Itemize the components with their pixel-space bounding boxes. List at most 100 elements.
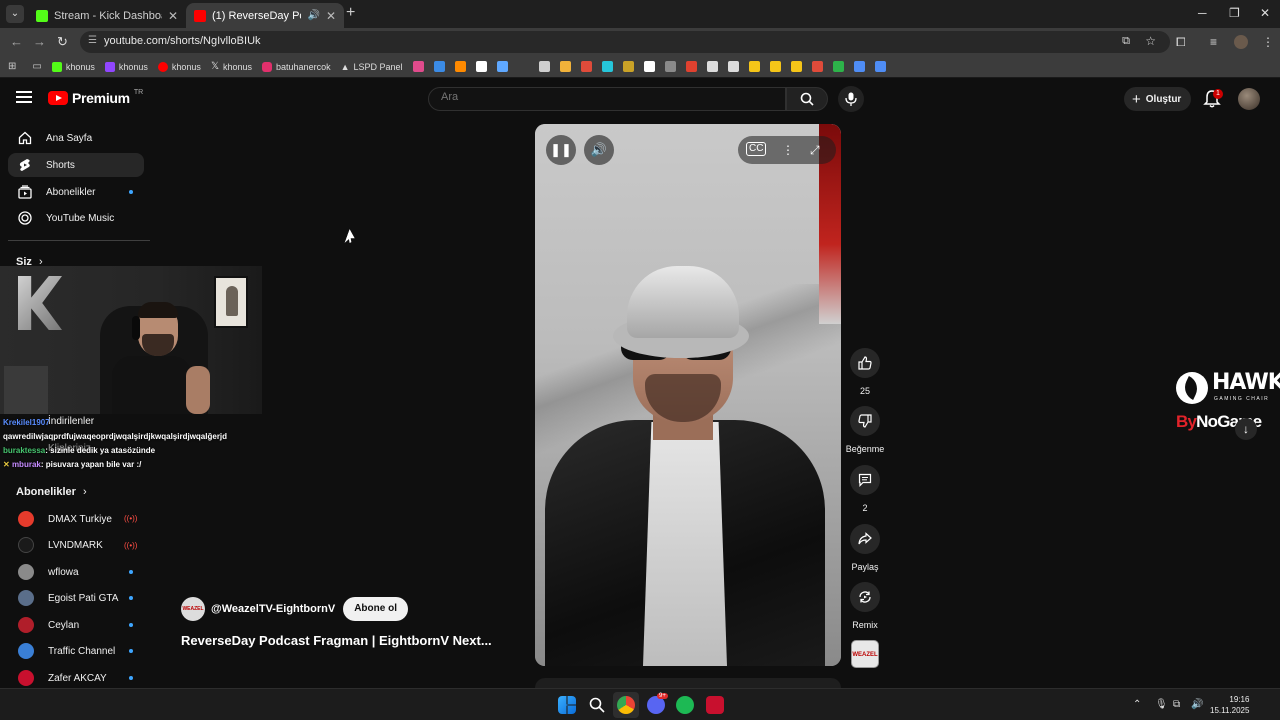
remix-action[interactable]: Remix <box>845 582 885 630</box>
like-action[interactable]: 25 <box>845 348 885 396</box>
close-tab-icon[interactable]: ✕ <box>326 9 336 23</box>
sidebar-channel[interactable]: Egoist Pati GTA <box>8 586 144 610</box>
dislike-action[interactable]: Beğenme <box>845 406 885 454</box>
sidebar-item-subscriptions[interactable]: Abonelikler <box>8 180 144 204</box>
bookmark-icon[interactable] <box>853 61 865 72</box>
sidebar-channel[interactable]: Zafer AKCAY <box>8 666 144 690</box>
bookmark-icon[interactable] <box>580 61 592 72</box>
reload-icon[interactable]: ↻ <box>57 34 68 50</box>
search-input[interactable] <box>441 91 771 103</box>
close-tab-icon[interactable]: ✕ <box>168 9 178 23</box>
remix-icon[interactable] <box>850 582 880 612</box>
volume-button[interactable]: 🔊 <box>584 135 614 165</box>
chrome-icon[interactable] <box>617 696 635 714</box>
account-avatar[interactable] <box>1238 88 1260 110</box>
volume-tray-icon[interactable]: 🔊 <box>1191 699 1203 710</box>
next-short-arrow-icon[interactable]: ↓ <box>1235 418 1257 440</box>
speaker-icon[interactable]: 🔊 <box>307 10 319 21</box>
bookmark-icon[interactable] <box>769 61 781 72</box>
profile-avatar-icon[interactable] <box>1234 35 1248 49</box>
channel-badge-thumbnail[interactable]: WEAZEL <box>851 640 879 668</box>
bookmark-icon[interactable] <box>475 61 487 72</box>
bookmark-icon[interactable] <box>748 61 760 72</box>
back-icon[interactable]: ← <box>10 34 23 49</box>
pause-button[interactable]: ❚❚ <box>546 135 576 165</box>
sidebar-item-youtube-music[interactable]: YouTube Music <box>8 206 144 230</box>
tab-search-button[interactable]: ⌄ <box>6 5 24 23</box>
tray-chevron-icon[interactable]: ⌃ <box>1133 699 1141 710</box>
comment-icon[interactable] <box>850 465 880 495</box>
system-clock[interactable]: 19:16 15.11.2025 <box>1210 694 1249 716</box>
bookmark-icon[interactable] <box>706 61 718 72</box>
search-icon[interactable] <box>588 696 606 714</box>
youtube-premium-logo[interactable]: Premium TR <box>48 89 143 106</box>
spotify-icon[interactable] <box>676 696 694 714</box>
bookmark-icon[interactable] <box>454 61 466 72</box>
captions-icon[interactable]: CC <box>746 142 767 156</box>
bookmark-icon[interactable] <box>832 61 844 72</box>
bookmark-item[interactable]: 𝕏khonus <box>211 61 252 72</box>
bookmark-item[interactable]: khonus <box>104 61 148 72</box>
media-icon[interactable]: ≡ <box>1210 35 1217 49</box>
next-short-preview[interactable] <box>535 678 841 688</box>
minimize-button[interactable]: ─ <box>1198 6 1207 20</box>
omnibox[interactable]: ☰ youtube.com/shorts/NgIvlloBIUk ⧉ ☆ <box>80 31 1170 53</box>
folder-icon[interactable]: ▭ <box>32 61 41 72</box>
bookmark-icon[interactable] <box>790 61 802 72</box>
subscribe-button[interactable]: Abone ol <box>343 597 408 621</box>
create-button[interactable]: + Oluştur <box>1124 87 1192 111</box>
channel-handle[interactable]: @WeazelTV-EightbornV <box>211 603 335 615</box>
more-options-icon[interactable]: ⋮ <box>782 143 794 157</box>
bookmark-item[interactable]: khonus <box>51 61 95 72</box>
share-icon[interactable] <box>850 524 880 554</box>
sidebar-channel[interactable]: wflowa <box>8 560 144 584</box>
thumbs-down-icon[interactable] <box>850 406 880 436</box>
new-tab-button[interactable]: + <box>346 4 355 22</box>
microphone-tray-icon[interactable]: 🎙 <box>1155 699 1168 710</box>
apps-icon[interactable]: ⊞ <box>8 61 16 72</box>
bookmark-icon[interactable] <box>727 61 739 72</box>
sidebar-item-shorts[interactable]: Shorts <box>8 153 144 177</box>
app-icon[interactable] <box>706 696 724 714</box>
sidebar-channel[interactable]: Ceylan <box>8 613 144 637</box>
cast-icon[interactable]: ⧉ <box>1122 35 1130 48</box>
network-icon[interactable]: ⧉ <box>1173 699 1180 710</box>
channel-avatar[interactable]: WEAZEL <box>181 597 205 621</box>
restore-button[interactable]: ❐ <box>1229 6 1240 20</box>
short-video-player[interactable] <box>535 124 841 666</box>
share-action[interactable]: Paylaş <box>845 524 885 572</box>
bookmark-item[interactable]: batuhanercok <box>262 61 331 72</box>
bookmark-icon[interactable] <box>412 61 424 72</box>
comments-action[interactable]: 2 <box>845 465 885 513</box>
bookmark-icon[interactable] <box>811 61 823 72</box>
search-box[interactable] <box>428 87 786 111</box>
bookmark-star-icon[interactable]: ☆ <box>1145 34 1156 48</box>
menu-dots-icon[interactable]: ⋮ <box>1262 35 1274 49</box>
windows-start-icon[interactable] <box>558 696 576 714</box>
forward-icon[interactable]: → <box>33 34 46 49</box>
bookmark-icon[interactable] <box>601 61 613 72</box>
bookmark-icon[interactable] <box>622 61 634 72</box>
bookmark-icon[interactable] <box>559 61 571 72</box>
bookmark-item[interactable]: khonus <box>157 61 201 72</box>
bookmark-icon[interactable] <box>538 61 550 72</box>
sidebar-channel[interactable]: Traffic Channel <box>8 639 144 663</box>
browser-tab-kick[interactable]: Stream - Kick Dashboard ✕ <box>28 3 186 28</box>
bookmark-item[interactable]: ▲ LSPD Panel <box>341 62 403 72</box>
bookmark-icon[interactable] <box>874 61 886 72</box>
voice-search-button[interactable] <box>838 86 864 112</box>
bookmark-icon[interactable] <box>433 61 445 72</box>
site-info-icon[interactable]: ☰ <box>88 35 97 46</box>
sidebar-item-home[interactable]: Ana Sayfa <box>8 126 144 150</box>
thumbs-up-icon[interactable] <box>850 348 880 378</box>
extensions-icon[interactable]: ⧠ <box>1176 35 1186 50</box>
browser-tab-youtube[interactable]: (1) ReverseDay Podcast Fra 🔊 ✕ <box>186 3 344 28</box>
close-window-button[interactable]: ✕ <box>1260 6 1270 20</box>
sidebar-section-subscriptions[interactable]: Abonelikler › <box>16 486 87 498</box>
hamburger-menu-icon[interactable] <box>16 91 32 103</box>
bookmark-icon[interactable] <box>643 61 655 72</box>
short-title[interactable]: ReverseDay Podcast Fragman | EightbornV … <box>181 633 492 648</box>
fullscreen-icon[interactable]: ⤢ <box>810 143 820 158</box>
bookmark-icon[interactable] <box>664 61 676 72</box>
bookmark-icon[interactable] <box>685 61 697 72</box>
